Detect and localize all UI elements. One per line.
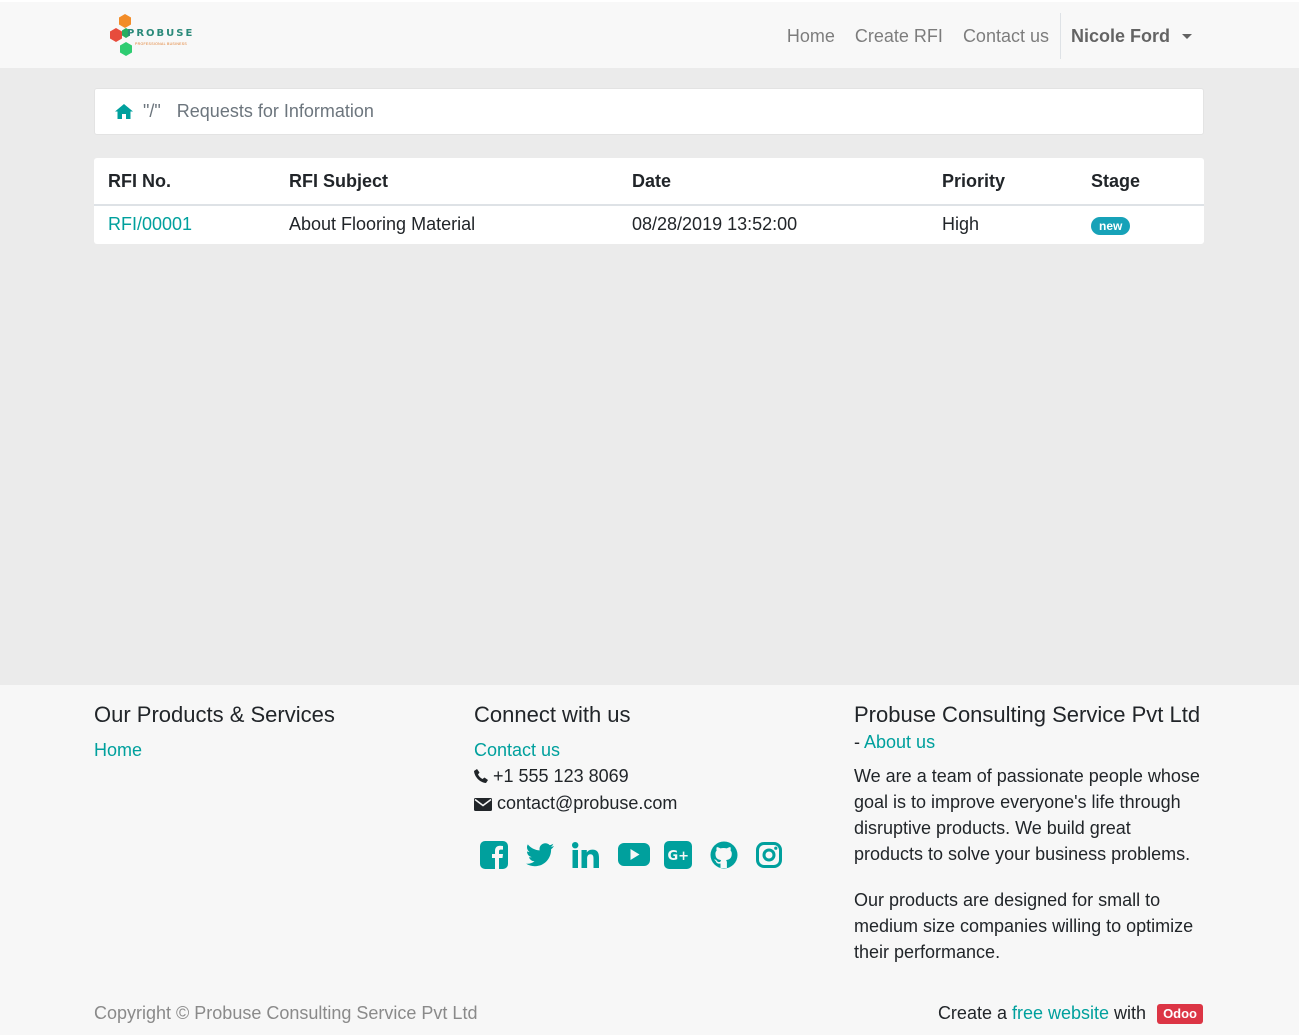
twitter-icon[interactable] [526, 838, 572, 872]
footer-company-title: Probuse Consulting Service Pvt Ltd [854, 702, 1201, 727]
linkedin-icon[interactable] [572, 838, 618, 872]
powered-mid: with [1109, 1003, 1152, 1023]
footer-about-link[interactable]: About us [864, 732, 935, 752]
column-header-stage: Stage [1077, 158, 1204, 206]
table-row[interactable]: RFI/00001 About Flooring Material 08/28/… [94, 205, 1204, 243]
footer-company-column: Probuse Consulting Service Pvt Ltd - Abo… [854, 701, 1204, 965]
powered-prefix: Create a [937, 1003, 1012, 1023]
envelope-icon [474, 792, 492, 818]
logo-text: PROBUSE [127, 28, 195, 39]
footer-copyright: Copyright © Probuse Consulting Service P… [94, 1003, 478, 1023]
nav-contact-us[interactable]: Contact us [953, 2, 1059, 70]
footer-products-column: Our Products & Services Home [94, 701, 444, 763]
rfi-subject: About Flooring Material [289, 214, 476, 234]
home-icon[interactable] [115, 104, 133, 119]
footer-dash: - [854, 732, 865, 752]
footer-email-row: contact@probuse.com [474, 790, 824, 817]
footer-powered-by: Create a free website with Odoo [938, 1003, 1203, 1024]
footer-email: contact@probuse.com [497, 793, 678, 814]
breadcrumb-current: Requests for Information [176, 101, 374, 121]
column-header-rfi-subject: RFI Subject [275, 158, 618, 206]
footer-home-link[interactable]: Home [94, 740, 142, 760]
odoo-badge[interactable]: Odoo [1157, 1003, 1203, 1024]
stage-badge: new [1091, 217, 1131, 235]
user-menu-toggle[interactable]: Nicole Ford [1061, 26, 1202, 47]
main-nav: Home Create RFI Contact us Nicole Ford [777, 2, 1202, 70]
column-header-priority: Priority [928, 158, 1077, 206]
breadcrumb-separator: "/" [143, 101, 161, 121]
column-header-rfi-no: RFI No. [94, 158, 275, 206]
probuse-logo[interactable]: PROBUSE PROFESSIONAL BUSINESS [108, 12, 208, 60]
footer-connect-title: Connect with us [474, 702, 631, 727]
rfi-priority: High [942, 214, 980, 234]
footer-about-paragraph-2: Our products are designed for small to m… [854, 890, 1194, 962]
nav-home[interactable]: Home [777, 2, 845, 70]
facebook-icon[interactable] [480, 838, 526, 872]
footer-connect-column: Connect with us Contact us +1 555 123 80… [474, 701, 824, 872]
chevron-down-icon [1182, 33, 1192, 39]
rfi-number-link[interactable]: RFI/00001 [108, 214, 192, 234]
nav-create-rfi[interactable]: Create RFI [845, 2, 953, 70]
phone-icon [474, 764, 488, 790]
rfi-table-card: RFI No. RFI Subject Date Priority Stage … [94, 158, 1204, 244]
instagram-icon[interactable] [756, 838, 802, 872]
table-header-row: RFI No. RFI Subject Date Priority Stage [94, 158, 1204, 206]
footer-phone: +1 555 123 8069 [493, 766, 629, 786]
youtube-icon[interactable] [618, 838, 664, 872]
user-name: Nicole Ford [1070, 25, 1170, 46]
top-navbar: PROBUSE PROFESSIONAL BUSINESS Home Creat… [0, 0, 1299, 68]
free-website-link[interactable]: free website [1012, 1003, 1109, 1024]
svg-text:G+: G+ [668, 849, 690, 864]
footer: Our Products & Services Home Connect wit… [0, 685, 1299, 1035]
footer-about-paragraph-1: We are a team of passionate people whose… [854, 766, 1200, 864]
logo-subtext: PROFESSIONAL BUSINESS [135, 42, 188, 46]
footer-contact-link[interactable]: Contact us [474, 740, 560, 760]
rfi-table: RFI No. RFI Subject Date Priority Stage … [94, 158, 1204, 243]
github-icon[interactable] [710, 838, 756, 872]
google-plus-icon[interactable]: G+ [664, 838, 710, 872]
breadcrumb: "/" Requests for Information [94, 88, 1204, 135]
rfi-date: 08/28/2019 13:52:00 [632, 214, 798, 234]
footer-products-title: Our Products & Services [94, 702, 335, 727]
footer-phone-row: +1 555 123 8069 [474, 763, 824, 790]
footer-about-row: - About us [854, 729, 1204, 755]
social-links: G+ [480, 838, 824, 872]
column-header-date: Date [618, 158, 928, 206]
